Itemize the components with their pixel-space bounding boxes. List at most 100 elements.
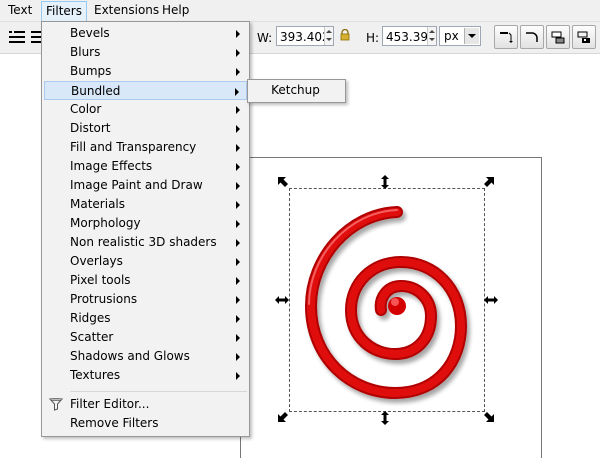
submenu-arrow-icon <box>236 49 240 57</box>
scale-stroke-icon <box>500 32 513 43</box>
submenu-arrow-icon <box>236 30 240 38</box>
submenu-arrow-icon <box>236 372 240 380</box>
width-value: 393.402 <box>280 30 330 44</box>
menu-item-label: Ridges <box>70 311 111 325</box>
menu-item-label: Image Paint and Draw <box>70 178 203 192</box>
submenu-arrow-icon <box>236 296 240 304</box>
menu-item-label: Filter Editor... <box>70 397 150 411</box>
menu-item-blurs[interactable]: Blurs <box>44 43 247 62</box>
menu-item-label: Bumps <box>70 64 112 78</box>
menu-item-bumps[interactable]: Bumps <box>44 62 247 81</box>
height-spinner[interactable] <box>427 27 436 45</box>
unit-value: px <box>444 29 459 43</box>
menu-separator <box>70 391 247 392</box>
width-spinner[interactable] <box>324 27 333 45</box>
height-label: H: <box>366 31 380 45</box>
funnel-icon <box>49 398 63 411</box>
width-input[interactable]: 393.402 <box>276 26 334 46</box>
move-gradients-button[interactable] <box>546 25 570 49</box>
menu-item-label: Textures <box>70 368 121 382</box>
resize-handle-s-icon[interactable] <box>378 411 392 425</box>
menu-extensions[interactable]: Extensions <box>94 3 159 18</box>
menu-item-label: Pixel tools <box>70 273 131 287</box>
submenu-arrow-icon <box>236 201 240 209</box>
scale-corners-icon <box>526 32 538 42</box>
resize-handle-w-icon[interactable] <box>275 293 289 307</box>
move-patterns-button[interactable] <box>572 25 596 49</box>
lock-icon[interactable] <box>340 29 350 41</box>
menu-item-color[interactable]: Color <box>44 100 247 119</box>
unit-select[interactable]: px <box>439 26 481 46</box>
submenu-arrow-icon <box>236 315 240 323</box>
menu-text[interactable]: Text <box>8 3 32 18</box>
menu-item-protrusions[interactable]: Protrusions <box>44 290 247 309</box>
menu-item-label: Materials <box>70 197 126 211</box>
menu-item-shadows-and-glows[interactable]: Shadows and Glows <box>44 347 247 366</box>
resize-handle-e-icon[interactable] <box>484 293 498 307</box>
menu-item-scatter[interactable]: Scatter <box>44 328 247 347</box>
menu-item-label: Blurs <box>70 45 101 59</box>
submenu-arrow-icon <box>235 88 239 96</box>
submenu-arrow-icon <box>236 258 240 266</box>
menu-item-label: Shadows and Glows <box>70 349 190 363</box>
text-align-icon[interactable] <box>9 30 25 44</box>
submenu-item-ketchup[interactable]: Ketchup <box>250 82 341 99</box>
resize-handle-ne-icon[interactable] <box>482 175 496 189</box>
menu-bar: Text Filters Extensions Help <box>0 0 600 22</box>
move-patterns-icon <box>577 31 590 43</box>
menu-item-label: Color <box>70 102 102 116</box>
submenu-arrow-icon <box>236 334 240 342</box>
menu-item-label: Overlays <box>70 254 123 268</box>
submenu-arrow-icon <box>236 68 240 76</box>
menu-item-label: Bevels <box>70 26 110 40</box>
submenu-arrow-icon <box>236 220 240 228</box>
submenu-arrow-icon <box>236 277 240 285</box>
width-label: W: <box>257 31 273 45</box>
menu-item-image-paint-and-draw[interactable]: Image Paint and Draw <box>44 176 247 195</box>
menu-item-label: Fill and Transparency <box>70 140 197 154</box>
menu-item-pixel-tools[interactable]: Pixel tools <box>44 271 247 290</box>
move-gradients-icon <box>551 31 565 44</box>
menu-help[interactable]: Help <box>162 3 189 18</box>
menu-item-morphology[interactable]: Morphology <box>44 214 247 233</box>
chevron-down-icon[interactable] <box>464 28 479 44</box>
menu-item-bevels[interactable]: Bevels <box>44 24 247 43</box>
menu-item-label: Morphology <box>70 216 141 230</box>
menu-item-label: Bundled <box>71 84 121 98</box>
menu-item-ridges[interactable]: Ridges <box>44 309 247 328</box>
submenu-arrow-icon <box>236 125 240 133</box>
menu-item-fill-and-transparency[interactable]: Fill and Transparency <box>44 138 247 157</box>
selection-bbox <box>289 188 485 412</box>
menu-item-bundled[interactable]: Bundled <box>44 81 247 100</box>
menu-item-non-realistic-3d-shaders[interactable]: Non realistic 3D shaders <box>44 233 247 252</box>
menu-item-distort[interactable]: Distort <box>44 119 247 138</box>
height-input[interactable]: 453.397 <box>382 26 437 46</box>
submenu-arrow-icon <box>236 239 240 247</box>
bundled-submenu: Ketchup <box>247 79 346 103</box>
menu-item-materials[interactable]: Materials <box>44 195 247 214</box>
menu-item-label: Distort <box>70 121 111 135</box>
submenu-arrow-icon <box>236 163 240 171</box>
resize-handle-n-icon[interactable] <box>378 175 392 189</box>
submenu-arrow-icon <box>236 353 240 361</box>
resize-handle-se-icon[interactable] <box>482 410 496 424</box>
menu-filters[interactable]: Filters <box>41 1 87 21</box>
menu-item-overlays[interactable]: Overlays <box>44 252 247 271</box>
menu-item-label: Remove Filters <box>70 416 159 430</box>
menu-item-label: Protrusions <box>70 292 138 306</box>
resize-handle-nw-icon[interactable] <box>276 175 290 189</box>
menu-item-filter-editor[interactable]: Filter Editor... <box>44 395 247 414</box>
scale-radius-button[interactable] <box>520 25 544 49</box>
filters-menu: Bevels Blurs Bumps Bundled Color Distort… <box>41 21 250 437</box>
menu-item-remove-filters[interactable]: Remove Filters <box>44 414 247 433</box>
menu-item-label: Non realistic 3D shaders <box>70 235 217 249</box>
submenu-arrow-icon <box>236 106 240 114</box>
submenu-arrow-icon <box>236 144 240 152</box>
text-list-icon[interactable] <box>31 30 41 44</box>
menu-item-label: Scatter <box>70 330 114 344</box>
menu-item-textures[interactable]: Textures <box>44 366 247 385</box>
resize-handle-sw-icon[interactable] <box>276 410 290 424</box>
scale-stroke-button[interactable] <box>494 25 518 49</box>
menu-item-label: Image Effects <box>70 159 153 173</box>
menu-item-image-effects[interactable]: Image Effects <box>44 157 247 176</box>
